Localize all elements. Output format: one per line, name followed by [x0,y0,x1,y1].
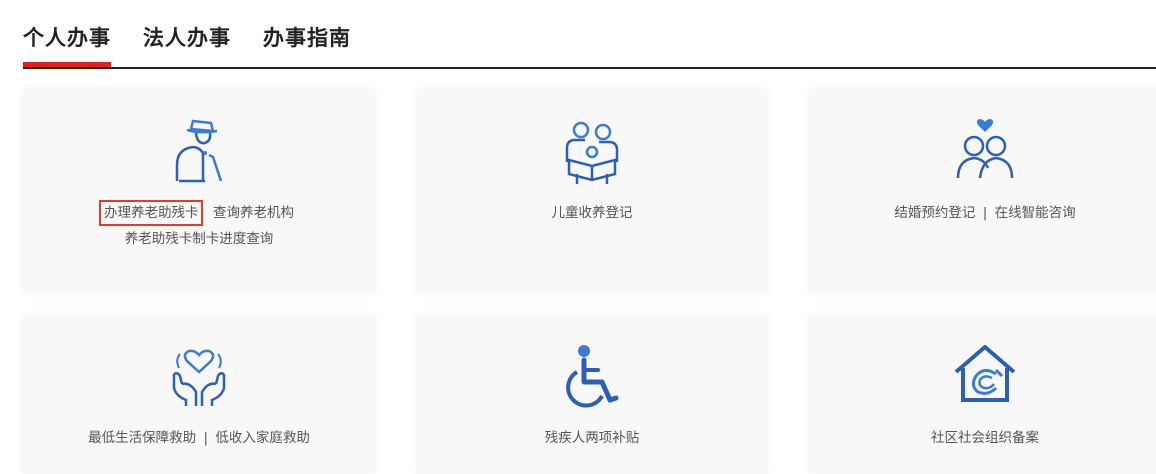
service-card-elderly: 办理养老助残卡 查询养老机构 养老助残卡制卡进度查询 [23,89,375,294]
tabs-divider [23,67,1156,69]
marriage-booking-link[interactable]: 结婚预约登记 [894,205,975,221]
service-card-community: 社区社会组织备案 [809,314,1156,474]
card-links: 社区社会组织备案 [809,425,1156,451]
tab-guide[interactable]: 办事指南 [263,22,351,52]
minimum-living-link[interactable]: 最低生活保障救助 [88,430,196,446]
card-links: 结婚预约登记 | 在线智能咨询 [809,200,1156,226]
link-separator: | [203,430,209,446]
card-links: 最低生活保障救助 | 低收入家庭救助 [23,425,375,451]
elderly-institution-query-link[interactable]: 查询养老机构 [213,205,294,221]
child-adoption-link[interactable]: 儿童收养登记 [552,205,633,221]
card-links: 残疾人两项补贴 [416,425,768,451]
disability-subsidy-link[interactable]: 残疾人两项补贴 [545,430,640,446]
tab-personal[interactable]: 个人办事 [23,22,111,52]
tab-legal-person[interactable]: 法人办事 [143,22,231,52]
community-org-filing-link[interactable]: 社区社会组织备案 [931,430,1039,446]
low-income-link[interactable]: 低收入家庭救助 [215,430,310,446]
wheelchair-icon [566,345,619,408]
couple-heart-icon [956,119,1014,179]
family-reading-icon [565,121,619,184]
heart-hands-icon [172,349,226,406]
service-card-disability: 残疾人两项补贴 [416,314,768,474]
service-card-adoption: 儿童收养登记 [416,89,768,294]
online-consult-link[interactable]: 在线智能咨询 [995,205,1076,221]
elderly-card-progress-link[interactable]: 养老助残卡制卡进度查询 [125,231,274,247]
service-card-marriage: 结婚预约登记 | 在线智能咨询 [809,89,1156,294]
elderly-person-icon [175,119,223,183]
link-separator: | [982,205,988,221]
service-card-assistance: 最低生活保障救助 | 低收入家庭救助 [23,314,375,474]
service-tabs: 个人办事 法人办事 办事指南 [0,0,1156,70]
community-house-icon [954,345,1016,402]
card-links: 办理养老助残卡 查询养老机构 养老助残卡制卡进度查询 [23,200,375,252]
elderly-card-apply-link[interactable]: 办理养老助残卡 [98,200,204,226]
card-links: 儿童收养登记 [416,200,768,226]
